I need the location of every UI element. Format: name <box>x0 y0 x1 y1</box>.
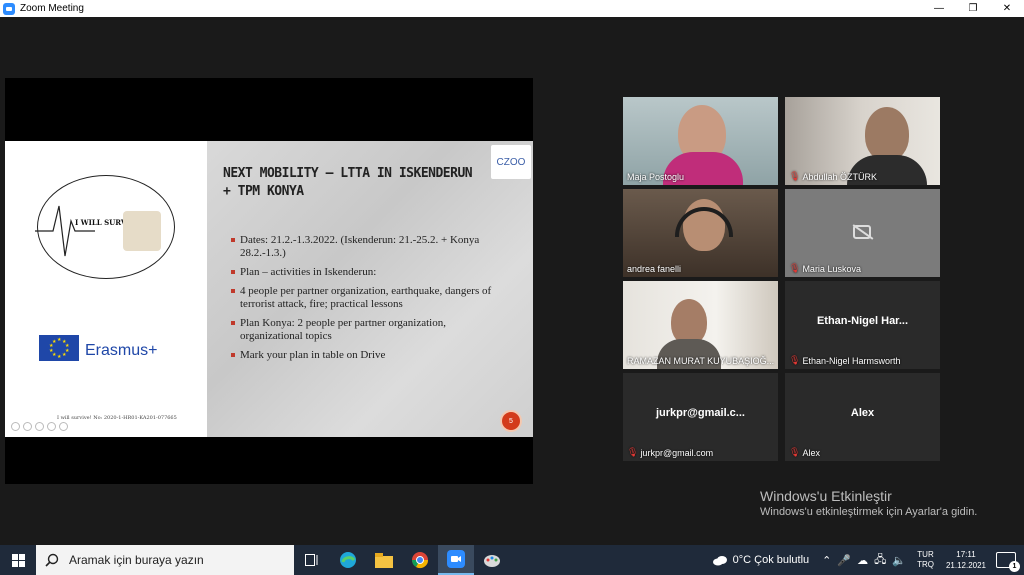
muted-mic-icon: 🎙 <box>789 447 801 457</box>
task-view-icon <box>305 554 318 566</box>
bullet-item: 4 people per partner organization, earth… <box>231 285 501 311</box>
task-view-button[interactable] <box>294 545 330 575</box>
participant-tile[interactable]: Maja Postoglu <box>623 97 778 185</box>
slide-title: NEXT MOBILITY – LTTA IN ISKENDERUN + TPM… <box>223 166 473 199</box>
paint-palette-icon <box>484 555 500 567</box>
folder-icon <box>375 552 393 568</box>
activation-heading: Windows'u Etkinleştir <box>760 488 892 504</box>
search-icon <box>45 553 59 567</box>
activation-watermark: Windows'u Etkinleştir Windows'u etkinleş… <box>760 488 977 520</box>
presentation-slide: I WILL SURVIVE! ★ ★ ★ ★ ★ ★ ★ ★ ★ ★ Erasmus+ I … <box>5 141 533 437</box>
next-slide-icon[interactable] <box>23 422 32 431</box>
svg-text:★: ★ <box>57 354 62 359</box>
close-button[interactable]: ✕ <box>990 0 1024 17</box>
zoom-icon <box>447 550 465 568</box>
clock[interactable]: 17:11 21.12.2021 <box>946 549 986 571</box>
project-number: I will survive! No: 2020-1-HR01-KA201-07… <box>57 415 177 421</box>
prev-slide-icon[interactable] <box>11 422 20 431</box>
start-button[interactable] <box>0 545 36 575</box>
taskbar-search[interactable]: Aramak için buraya yazın <box>36 545 294 575</box>
heartbeat-line-icon <box>35 205 95 257</box>
participant-name: Alex <box>802 447 820 458</box>
bullet-item: Mark your plan in table on Drive <box>231 349 501 362</box>
zoom-taskbar-button[interactable] <box>438 545 474 575</box>
input-language[interactable]: TUR TRQ <box>917 550 934 570</box>
participant-name: andrea fanelli <box>627 264 682 274</box>
maximize-button[interactable]: ❐ <box>956 0 990 17</box>
weather-text: 0°C Çok bulutlu <box>732 554 810 566</box>
pen-icon[interactable] <box>35 422 44 431</box>
muted-mic-icon: 🎙 <box>789 263 801 273</box>
eu-flag-icon: ★ ★ ★ ★ ★ ★ ★ ★ ★ ★ <box>39 335 79 361</box>
cloud-icon <box>712 555 727 565</box>
participant-name: Abdullah ÖZTÜRK <box>802 171 877 182</box>
drawing-image <box>123 211 161 251</box>
participant-tile[interactable]: 🎙 Maria Luskova <box>785 189 940 277</box>
participant-tile[interactable]: 🎙 Abdullah ÖZTÜRK <box>785 97 940 185</box>
participant-tile[interactable]: RAMAZAN MURAT KUYUBAŞIOĞ... <box>623 281 778 369</box>
participant-name: Ethan-Nigel Harmsworth <box>802 355 901 366</box>
slide-left-panel: I WILL SURVIVE! ★ ★ ★ ★ ★ ★ ★ ★ ★ ★ Erasmus+ I … <box>5 141 207 437</box>
notification-center-icon[interactable]: 1 <box>996 552 1020 572</box>
clock-date: 21.12.2021 <box>945 561 986 570</box>
system-tray: 0°C Çok bulutlu ⌃ 🎤 ☁ 🖧 🔈 TUR TRQ 17:11 … <box>712 545 1024 575</box>
participant-video <box>865 107 909 161</box>
zoom-icon[interactable] <box>47 422 56 431</box>
edge-button[interactable] <box>330 545 366 575</box>
participant-name: Maja Postoglu <box>627 172 685 182</box>
notification-count: 1 <box>1009 561 1020 572</box>
participant-name: Maria Luskova <box>802 263 861 274</box>
volume-icon[interactable]: 🔈 <box>892 554 906 567</box>
participant-tile[interactable]: Ethan-Nigel Har... 🎙 Ethan-Nigel Harmswor… <box>785 281 940 369</box>
onedrive-icon[interactable]: ☁ <box>857 554 868 567</box>
participant-tile[interactable]: jurkpr@gmail.c... 🎙 jurkpr@gmail.com <box>623 373 778 461</box>
bullet-item: Dates: 21.2.-1.3.2022. (Iskenderun: 21.-… <box>231 234 501 260</box>
network-icon[interactable]: 🖧 <box>874 551 886 570</box>
window-title: Zoom Meeting <box>20 3 84 14</box>
file-explorer-button[interactable] <box>366 545 402 575</box>
menu-icon[interactable] <box>59 422 68 431</box>
svg-text:★: ★ <box>52 339 57 345</box>
participant-display-name: jurkpr@gmail.c... <box>656 407 745 419</box>
weather-widget[interactable]: 0°C Çok bulutlu <box>712 554 810 566</box>
camera-off-icon <box>853 225 871 239</box>
svg-text:★: ★ <box>62 352 67 358</box>
taskbar: Aramak için buraya yazın 0°C Çok bulutlu… <box>0 545 1024 575</box>
page-number-badge: 5 <box>500 410 522 432</box>
erasmus-logo-text: Erasmus+ <box>85 342 158 359</box>
microphone-icon[interactable]: 🎤 <box>837 554 851 567</box>
chrome-button[interactable] <box>402 545 438 575</box>
chrome-icon <box>411 552 429 569</box>
clock-time: 17:11 <box>956 550 976 559</box>
slide-bullets: Dates: 21.2.-1.3.2022. (Iskenderun: 21.-… <box>231 234 501 368</box>
keyboard-layout: TRQ <box>917 560 934 569</box>
participant-display-name: Alex <box>850 407 875 419</box>
search-placeholder: Aramak için buraya yazın <box>69 553 204 567</box>
participant-tile[interactable]: andrea fanelli <box>623 189 778 277</box>
participant-name: RAMAZAN MURAT KUYUBAŞIOĞ... <box>627 356 775 366</box>
chevron-up-icon[interactable]: ⌃ <box>822 554 831 567</box>
edge-icon <box>340 552 356 568</box>
participant-name: jurkpr@gmail.com <box>640 447 714 458</box>
muted-mic-icon: 🎙 <box>789 171 801 181</box>
participant-tile[interactable]: Alex 🎙 Alex <box>785 373 940 461</box>
zoom-app-icon <box>3 2 15 15</box>
windows-logo-icon <box>11 553 25 567</box>
bullet-item: Plan Konya: 2 people per partner organiz… <box>231 317 501 343</box>
participant-display-name: Ethan-Nigel Har... <box>816 315 909 327</box>
muted-mic-icon: 🎙 <box>789 355 801 365</box>
activation-subtext: Windows'u etkinleştirmek için Ayarlar'a … <box>760 506 978 518</box>
bullet-item: Plan – activities in Iskenderun: <box>231 266 501 279</box>
slide-controls[interactable] <box>11 422 68 431</box>
minimize-button[interactable]: — <box>922 0 956 17</box>
czoo-logo: CZOO <box>491 145 531 179</box>
paint-button[interactable] <box>474 545 510 575</box>
title-bar: Zoom Meeting — ❐ ✕ <box>0 0 1024 17</box>
language-code: TUR <box>917 550 934 559</box>
muted-mic-icon: 🎙 <box>627 447 639 457</box>
